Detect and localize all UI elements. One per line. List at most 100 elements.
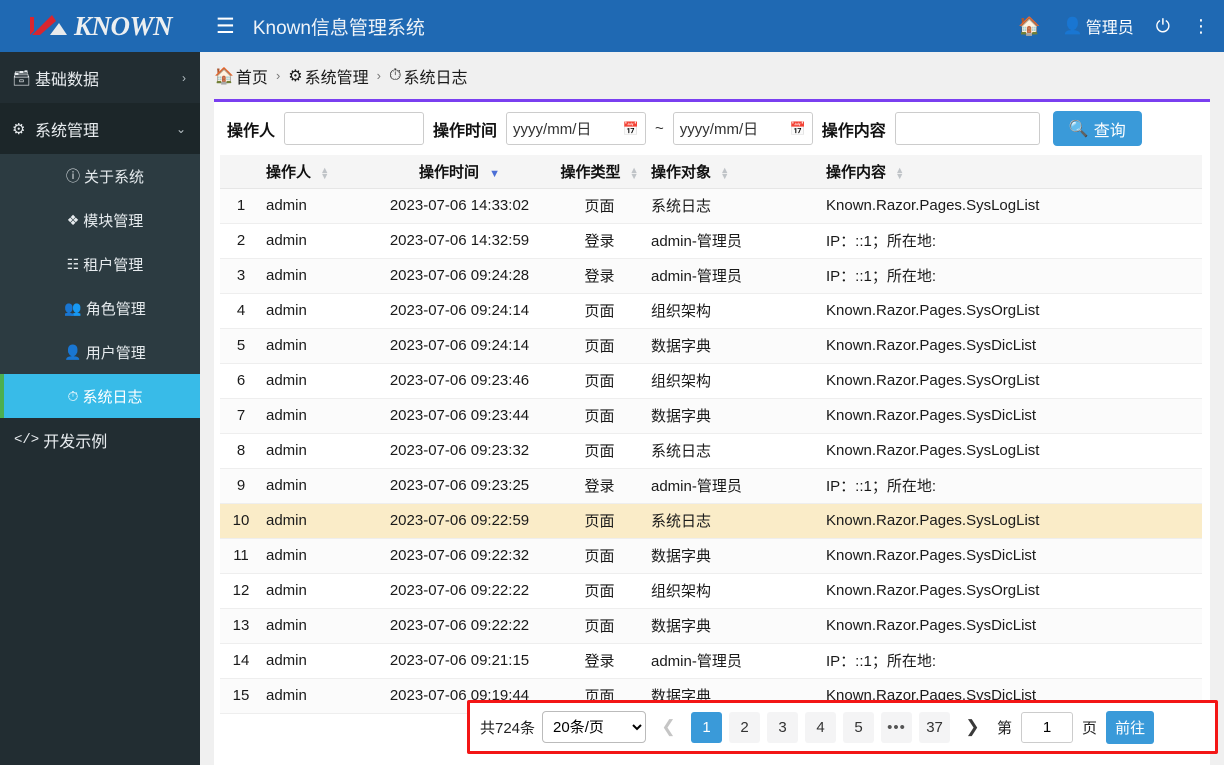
table-scroll-area[interactable]: 操作人 ▲ ▼ 操作时间 ▼ 操作类型 ▲ ▼ 操作对象 ▲ ▼ 操作内容 ▲ … [220,155,1202,765]
sort-desc-icon[interactable]: ▼ [489,168,500,180]
table-row[interactable]: 7 admin 2023-07-06 09:23:44 页面 数据字典 Known.Raz… [220,398,1202,434]
col-content[interactable]: 操作内容 ▲ ▼ [822,155,1202,189]
row-object: admin-管理员 [647,468,822,504]
date-from-input[interactable]: yyyy/mm/日 📅 [506,112,647,145]
sidebar-group-system-management[interactable]: ⚙ 系统管理 ⌄ [0,103,200,154]
sidebar-item-module-management[interactable]: ❖ 模块管理 [0,198,200,242]
gears-icon: ⚙ [288,67,303,85]
user-name: 管理员 [1085,20,1134,37]
row-index: 13 [220,608,262,644]
search-icon: 🔍 [1068,120,1089,138]
sort-icon[interactable]: ▲ ▼ [720,165,729,180]
col-operator[interactable]: 操作人 ▲ ▼ [262,155,367,189]
row-operator: admin [262,503,367,539]
row-operator: admin [262,363,367,399]
breadcrumb-label: 系统日志 [403,69,468,87]
table-row[interactable]: 1 admin 2023-07-06 14:33:02 页面 系统日志 Known.Raz… [220,188,1202,224]
sidebar-item-role-management[interactable]: 👥 角色管理 [0,286,200,330]
user-icon: 👤 [64,343,82,360]
col-object-label: 操作对象 [651,163,712,181]
row-index: 3 [220,258,262,294]
row-object: 组织架构 [647,573,822,609]
row-content: Known.Razor.Pages.SysLogList [822,188,1202,224]
page-button-3[interactable]: 3 [767,711,799,743]
chevron-right-icon: › [182,70,186,85]
operator-input[interactable] [284,112,425,145]
table-row[interactable]: 6 admin 2023-07-06 09:23:46 页面 组织架构 Known.Raz… [220,363,1202,399]
row-time: 2023-07-06 14:33:02 [367,188,552,224]
row-operator: admin [262,398,367,434]
database-icon: 🗃 [12,69,32,87]
table-row[interactable]: 5 admin 2023-07-06 09:24:14 页面 数据字典 Known.Raz… [220,328,1202,364]
sidebar-item-dev-examples[interactable]: </> 开发示例 [0,418,200,462]
row-content: Known.Razor.Pages.SysDicList [822,398,1202,434]
hamburger-icon[interactable]: ☰ [216,16,235,37]
page-button-5[interactable]: 5 [843,711,875,743]
table-row[interactable]: 4 admin 2023-07-06 09:24:14 页面 组织架构 Known.Raz… [220,293,1202,329]
content-input[interactable] [894,112,1040,145]
home-icon[interactable]: 🏠 [1018,16,1040,37]
breadcrumb-item-system-management[interactable]: ⚙ 系统管理 [288,64,368,88]
row-operator: admin [262,188,367,224]
table-row[interactable]: 13 admin 2023-07-06 09:22:22 页面 数据字典 Known.Ra… [220,608,1202,644]
row-operator: admin [262,678,367,714]
date-to-input[interactable]: yyyy/mm/日 📅 [672,112,813,145]
calendar-icon[interactable]: 📅 [623,121,639,137]
row-object: 数据字典 [647,538,822,574]
next-page-button[interactable]: ❯ [957,712,988,743]
more-vertical-icon[interactable]: ⋮ [1192,16,1210,37]
calendar-icon[interactable]: 📅 [790,121,806,137]
table-row[interactable]: 9 admin 2023-07-06 09:23:25 登录 admin-管理员 IP：:… [220,468,1202,504]
page-size-select[interactable]: 10条/页20条/页50条/页100条/页 [542,711,647,743]
table-body: 1 admin 2023-07-06 14:33:02 页面 系统日志 Known.Raz… [220,188,1202,714]
col-time[interactable]: 操作时间 ▼ [367,155,552,189]
power-icon[interactable]: ⏻ [1156,16,1170,37]
date-from-placeholder: yyyy/mm/日 [513,121,592,138]
sort-icon[interactable]: ▲ ▼ [320,165,329,180]
breadcrumb-item-system-log[interactable]: ⏱ 系统日志 [389,64,468,88]
page-ellipsis[interactable]: ••• [881,711,913,743]
logo-text: KNOWN [73,10,173,41]
table-row[interactable]: 12 admin 2023-07-06 09:22:22 页面 组织架构 Known.Ra… [220,573,1202,609]
prev-page-button[interactable]: ❮ [653,712,684,743]
col-type[interactable]: 操作类型 ▲ ▼ [552,155,647,189]
page-button-4[interactable]: 4 [805,711,837,743]
row-type: 页面 [552,573,647,609]
info-icon: ⓘ [65,168,80,184]
go-button[interactable]: 前往 [1106,710,1155,744]
sidebar-item-tenant-management[interactable]: ☷ 租户管理 [0,242,200,286]
page-button-2[interactable]: 2 [729,711,761,743]
app-root: KNOWN 🗃 基础数据 › ⚙ 系统管理 ⌄ ⓘ 关于系统 ❖ 模块管理 ☷ … [0,0,1224,765]
row-type: 页面 [552,398,647,434]
page-button-last[interactable]: 37 [919,711,951,743]
user-menu[interactable]: 👤 管理员 [1063,14,1134,38]
row-index: 7 [220,398,262,434]
page-button-1[interactable]: 1 [691,711,723,743]
query-button[interactable]: 🔍 查询 [1052,111,1142,146]
table-row[interactable]: 2 admin 2023-07-06 14:32:59 登录 admin-管理员 IP：:… [220,223,1202,259]
col-object[interactable]: 操作对象 ▲ ▼ [647,155,822,189]
sidebar-item-system-log[interactable]: ⏱ 系统日志 [0,374,200,418]
table-row[interactable]: 11 admin 2023-07-06 09:22:32 页面 数据字典 Known.Ra… [220,538,1202,574]
sidebar-item-user-management[interactable]: 👤 用户管理 [0,330,200,374]
modules-icon: ❖ [66,211,80,228]
row-index: 11 [220,538,262,574]
table-row[interactable]: 14 admin 2023-07-06 09:21:15 登录 admin-管理员 IP：… [220,643,1202,679]
row-content: IP：::1；所在地: [822,258,1202,294]
table-row[interactable]: 3 admin 2023-07-06 09:24:28 登录 admin-管理员 IP：:… [220,258,1202,294]
jump-prefix-label: 第 [997,719,1013,737]
query-button-label: 查询 [1093,122,1126,140]
row-operator: admin [262,328,367,364]
row-index: 1 [220,188,262,224]
sort-icon[interactable]: ▲ ▼ [630,165,639,180]
total-count-label: 共724条 [480,719,536,737]
breadcrumb-item-home[interactable]: 🏠 首页 [214,64,268,88]
jump-page-input[interactable] [1021,711,1074,743]
row-time: 2023-07-06 09:23:25 [367,468,552,504]
table-row[interactable]: 10 admin 2023-07-06 09:22:59 页面 系统日志 Known.Ra… [220,503,1202,539]
table-row[interactable]: 8 admin 2023-07-06 09:23:32 页面 系统日志 Known.Raz… [220,433,1202,469]
sidebar-group-basic-data[interactable]: 🗃 基础数据 › [0,52,200,103]
logo[interactable]: KNOWN [0,0,200,52]
sidebar-item-about-system[interactable]: ⓘ 关于系统 [0,154,200,198]
sort-icon[interactable]: ▲ ▼ [895,165,904,180]
